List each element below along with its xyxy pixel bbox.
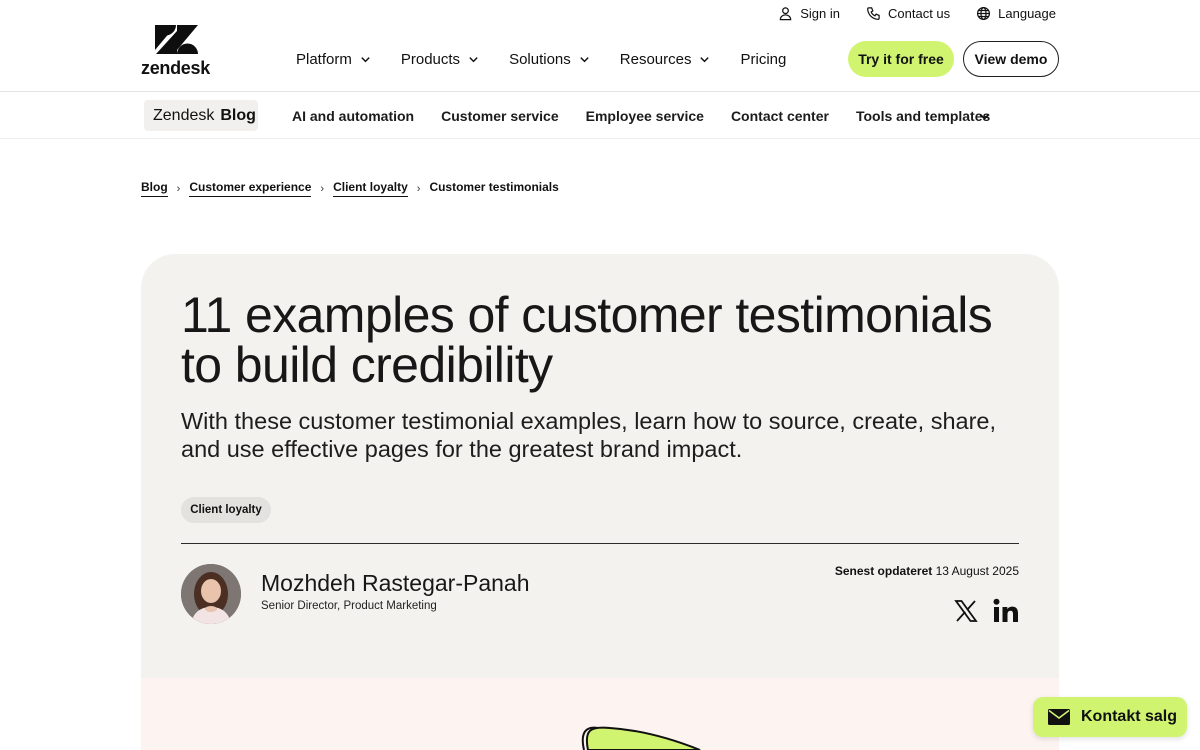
last-updated-date: 13 August 2025 xyxy=(935,564,1019,578)
nav-solutions-label: Solutions xyxy=(509,50,571,68)
author-role: Senior Director, Product Marketing xyxy=(261,600,437,612)
globe-icon xyxy=(977,6,991,20)
try-free-button[interactable]: Try it for free xyxy=(848,41,954,77)
nav-pricing[interactable]: Pricing xyxy=(740,51,786,68)
chevron-down-icon xyxy=(700,56,710,62)
nav-resources-label: Resources xyxy=(619,50,692,68)
x-share-icon[interactable] xyxy=(954,599,978,623)
blog-nav-tools-templates[interactable]: Tools and templates xyxy=(856,108,990,124)
header-divider xyxy=(0,91,1200,92)
author-avatar xyxy=(181,564,241,624)
blog-nav-employee-service[interactable]: Employee service xyxy=(586,108,704,124)
blog-brand-blog: Blog xyxy=(220,106,256,124)
article-title: 11 examples of customer testimonials to … xyxy=(181,287,993,393)
nav-platform-label: Platform xyxy=(296,50,352,68)
blog-nav-customer-service[interactable]: Customer service xyxy=(441,108,559,124)
contact-sales-button[interactable]: Kontakt salg xyxy=(1033,697,1187,737)
blog-brand-zendesk: Zendesk xyxy=(153,106,215,124)
main-nav: Platform Products Solutions Resources Pr… xyxy=(296,46,786,72)
breadcrumb-customer-experience[interactable]: Customer experience xyxy=(189,180,312,197)
nav-solutions[interactable]: Solutions xyxy=(509,51,590,68)
category-tag[interactable]: Client loyalty xyxy=(181,497,271,523)
breadcrumb: Blog › Customer experience › Client loya… xyxy=(141,180,559,197)
language-label: Language xyxy=(998,5,1056,21)
blog-home-link[interactable]: Zendesk Blog xyxy=(144,100,258,131)
chevron-down-icon xyxy=(469,56,478,62)
author-photo xyxy=(181,564,241,624)
chevron-right-icon: › xyxy=(176,182,181,195)
nav-pricing-label: Pricing xyxy=(740,50,787,68)
zendesk-wordmark: zendesk xyxy=(141,58,210,78)
blog-nav-ai-automation[interactable]: AI and automation xyxy=(292,108,414,124)
chevron-down-icon xyxy=(361,56,370,62)
subnav-divider xyxy=(0,138,1200,139)
article-subtitle: With these customer testimonial examples… xyxy=(181,408,997,462)
last-updated: Senest opdateret 13 August 2025 xyxy=(835,564,1019,578)
nav-resources[interactable]: Resources xyxy=(620,51,711,68)
nav-products-label: Products xyxy=(400,50,461,68)
breadcrumb-client-loyalty[interactable]: Client loyalty xyxy=(333,180,408,197)
phone-icon xyxy=(867,6,880,20)
breadcrumb-blog[interactable]: Blog xyxy=(141,180,168,197)
zendesk-logo[interactable]: zendesk xyxy=(141,25,213,78)
utility-bar: Sign in Contact us Language xyxy=(778,0,1056,26)
contact-us-label: Contact us xyxy=(888,5,951,21)
sign-in-link[interactable]: Sign in xyxy=(778,6,840,21)
author-name[interactable]: Mozhdeh Rastegar-Panah xyxy=(261,570,530,597)
linkedin-share-icon[interactable] xyxy=(993,598,1019,624)
nav-platform[interactable]: Platform xyxy=(296,51,371,68)
illustration-shape xyxy=(581,726,701,750)
chevron-right-icon: › xyxy=(320,182,325,195)
contact-sales-label: Kontakt salg xyxy=(1081,708,1178,725)
breadcrumb-current: Customer testimonials xyxy=(429,180,559,194)
envelope-icon xyxy=(1048,709,1070,725)
view-demo-button[interactable]: View demo xyxy=(963,41,1059,77)
chevron-down-icon[interactable] xyxy=(978,110,991,123)
nav-products[interactable]: Products xyxy=(401,51,479,68)
blog-category-nav: AI and automation Customer service Emplo… xyxy=(292,104,990,128)
chevron-down-icon xyxy=(580,56,589,62)
last-updated-label: Senest opdateret xyxy=(834,564,933,578)
language-selector[interactable]: Language xyxy=(976,6,1056,21)
user-icon xyxy=(779,6,792,20)
contact-us-link[interactable]: Contact us xyxy=(866,6,950,21)
chevron-right-icon: › xyxy=(416,182,421,195)
sign-in-label: Sign in xyxy=(800,5,840,21)
zendesk-mark-icon xyxy=(155,25,198,54)
blog-nav-contact-center[interactable]: Contact center xyxy=(731,108,829,124)
article-divider xyxy=(181,543,1019,544)
